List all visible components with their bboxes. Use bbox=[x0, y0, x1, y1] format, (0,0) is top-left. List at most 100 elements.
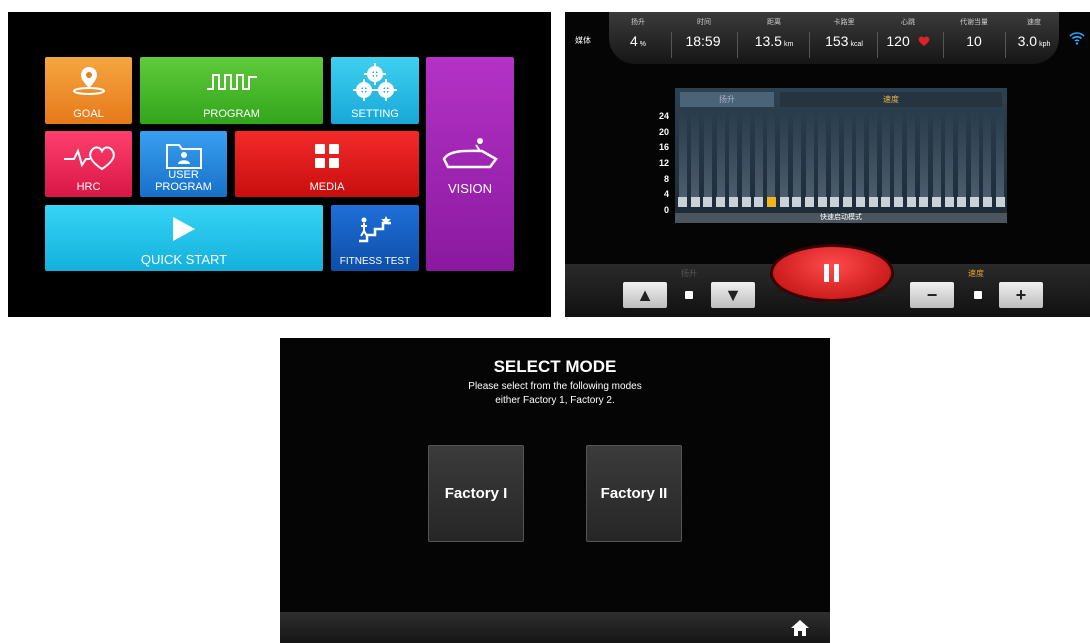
stat-label: 代谢当量 bbox=[960, 19, 988, 26]
treadmill-icon bbox=[442, 138, 498, 169]
stat-label: 卡路里 bbox=[833, 19, 855, 26]
bar-column bbox=[729, 112, 738, 197]
segment-cell bbox=[779, 197, 789, 207]
bar-column bbox=[805, 112, 814, 197]
quick-start-tile[interactable]: QUICK START bbox=[45, 205, 323, 271]
incline-down-button[interactable]: ▼ bbox=[711, 282, 755, 308]
segment-cell bbox=[703, 197, 713, 207]
stat-calories: 卡路里 153 kcal bbox=[813, 12, 875, 49]
bar-column bbox=[703, 112, 712, 197]
tab-speed[interactable]: 速度 bbox=[780, 92, 1002, 107]
segment-cell bbox=[893, 197, 903, 207]
bar-column bbox=[792, 112, 801, 197]
speed-decrease-button[interactable]: − bbox=[910, 282, 954, 308]
incline-up-button[interactable]: ▲ bbox=[623, 282, 667, 308]
setting-label: SETTING bbox=[351, 108, 399, 120]
instructions-line-1: Please select from the following modes bbox=[468, 381, 642, 392]
segment-cell bbox=[881, 197, 891, 207]
goal-tile[interactable]: GOAL bbox=[45, 57, 132, 124]
stat-mets: 代谢当量 10 bbox=[947, 12, 1001, 49]
media-label: MEDIA bbox=[309, 181, 345, 193]
heartbeat-icon bbox=[63, 146, 115, 171]
stat-value: 153 bbox=[825, 33, 849, 49]
select-mode-screen: SELECT MODE Please select from the follo… bbox=[280, 338, 830, 643]
bar-column bbox=[869, 112, 877, 197]
segment-cell bbox=[944, 197, 954, 207]
bottom-bar bbox=[280, 612, 830, 643]
segment-cell bbox=[754, 197, 764, 207]
quick-start-label: QUICK START bbox=[140, 252, 228, 267]
fitness-test-tile[interactable]: FITNESS TEST bbox=[331, 205, 419, 271]
factory-1-button[interactable]: Factory I bbox=[428, 445, 524, 542]
program-label: PROGRAM bbox=[203, 108, 260, 120]
stat-label: 距离 bbox=[767, 19, 781, 26]
stat-value: 13.5 bbox=[754, 33, 782, 49]
stat-value: 4 bbox=[629, 33, 638, 49]
bar-column bbox=[856, 112, 865, 197]
bar-column bbox=[983, 112, 992, 197]
stat-unit: kph bbox=[1039, 41, 1051, 48]
segment-cell bbox=[855, 197, 865, 207]
factory-2-button[interactable]: Factory II bbox=[586, 445, 682, 542]
fitness-test-label: FITNESS TEST bbox=[339, 256, 411, 267]
speed-increase-button[interactable]: + bbox=[999, 282, 1043, 308]
stat-distance: 距离 13.5 km bbox=[743, 12, 805, 49]
bar-column bbox=[742, 112, 750, 197]
bar-column bbox=[780, 112, 789, 197]
stat-unit: % bbox=[639, 41, 647, 48]
workout-screen: 媒体 扬升 4% 时间 18:59 距离 13.5 km 卡路里 153 kcal … bbox=[565, 12, 1090, 317]
segment-cell bbox=[792, 197, 802, 207]
stat-label: 扬升 bbox=[631, 19, 645, 26]
stat-time: 时间 18:59 bbox=[677, 12, 731, 49]
media-tile[interactable]: MEDIA bbox=[235, 131, 419, 197]
hrc-tile[interactable]: HRC bbox=[45, 131, 132, 197]
instructions-line-2: either Factory 1, Factory 2. bbox=[495, 395, 615, 406]
stairs-runner-icon bbox=[359, 216, 391, 243]
stat-value: 10 bbox=[966, 33, 982, 49]
bar-column bbox=[678, 112, 687, 197]
segment-cell bbox=[970, 197, 980, 207]
segment-cell bbox=[728, 197, 738, 207]
y-tick-label: 8 bbox=[663, 173, 669, 184]
wifi-icon bbox=[1069, 32, 1085, 45]
stat-value: 3.0 bbox=[1017, 33, 1038, 49]
segment-cell bbox=[716, 197, 726, 207]
stats-bar: 扬升 4% 时间 18:59 距离 13.5 km 卡路里 153 kcal 心跳 … bbox=[609, 12, 1059, 64]
user-folder-icon bbox=[165, 144, 202, 169]
vision-tile[interactable]: VISION bbox=[426, 57, 514, 271]
program-tile[interactable]: PROGRAM bbox=[140, 57, 323, 124]
bar-column bbox=[919, 112, 928, 197]
user-program-tile[interactable]: USER PROGRAM bbox=[140, 131, 227, 197]
segment-cell bbox=[919, 197, 929, 207]
bar-column bbox=[957, 112, 966, 197]
stat-incline: 扬升 4% bbox=[611, 12, 665, 49]
segment-cell bbox=[995, 197, 1005, 207]
stat-unit: km bbox=[783, 41, 794, 48]
bar-column bbox=[818, 112, 827, 197]
bar-column bbox=[945, 112, 954, 197]
bar-column bbox=[894, 112, 903, 197]
vision-label: VISION bbox=[447, 181, 493, 196]
media-button[interactable]: 媒体 bbox=[575, 35, 591, 46]
user-program-label: USER PROGRAM bbox=[155, 169, 212, 193]
bar-column bbox=[716, 112, 725, 197]
home-icon[interactable] bbox=[790, 618, 810, 638]
y-tick-label: 16 bbox=[658, 142, 669, 153]
segment-cell bbox=[868, 197, 878, 207]
incline-control-label: 扬升 bbox=[681, 269, 697, 278]
bar-column bbox=[843, 112, 852, 197]
y-tick-label: 4 bbox=[663, 189, 669, 200]
bar-column bbox=[754, 112, 763, 197]
stat-label: 时间 bbox=[697, 19, 711, 26]
tab-incline[interactable]: 扬升 bbox=[680, 92, 774, 107]
grid-icon bbox=[315, 144, 339, 168]
play-icon bbox=[173, 217, 195, 241]
pause-button[interactable] bbox=[773, 247, 891, 299]
location-pin-icon bbox=[72, 67, 105, 95]
bar-column bbox=[907, 112, 916, 197]
instructions: Please select from the following modes e… bbox=[280, 380, 830, 408]
setting-tile[interactable]: SETTING bbox=[331, 57, 419, 124]
y-tick-label: 24 bbox=[658, 111, 669, 121]
segment-cell bbox=[805, 197, 814, 207]
bar-column bbox=[691, 112, 700, 197]
